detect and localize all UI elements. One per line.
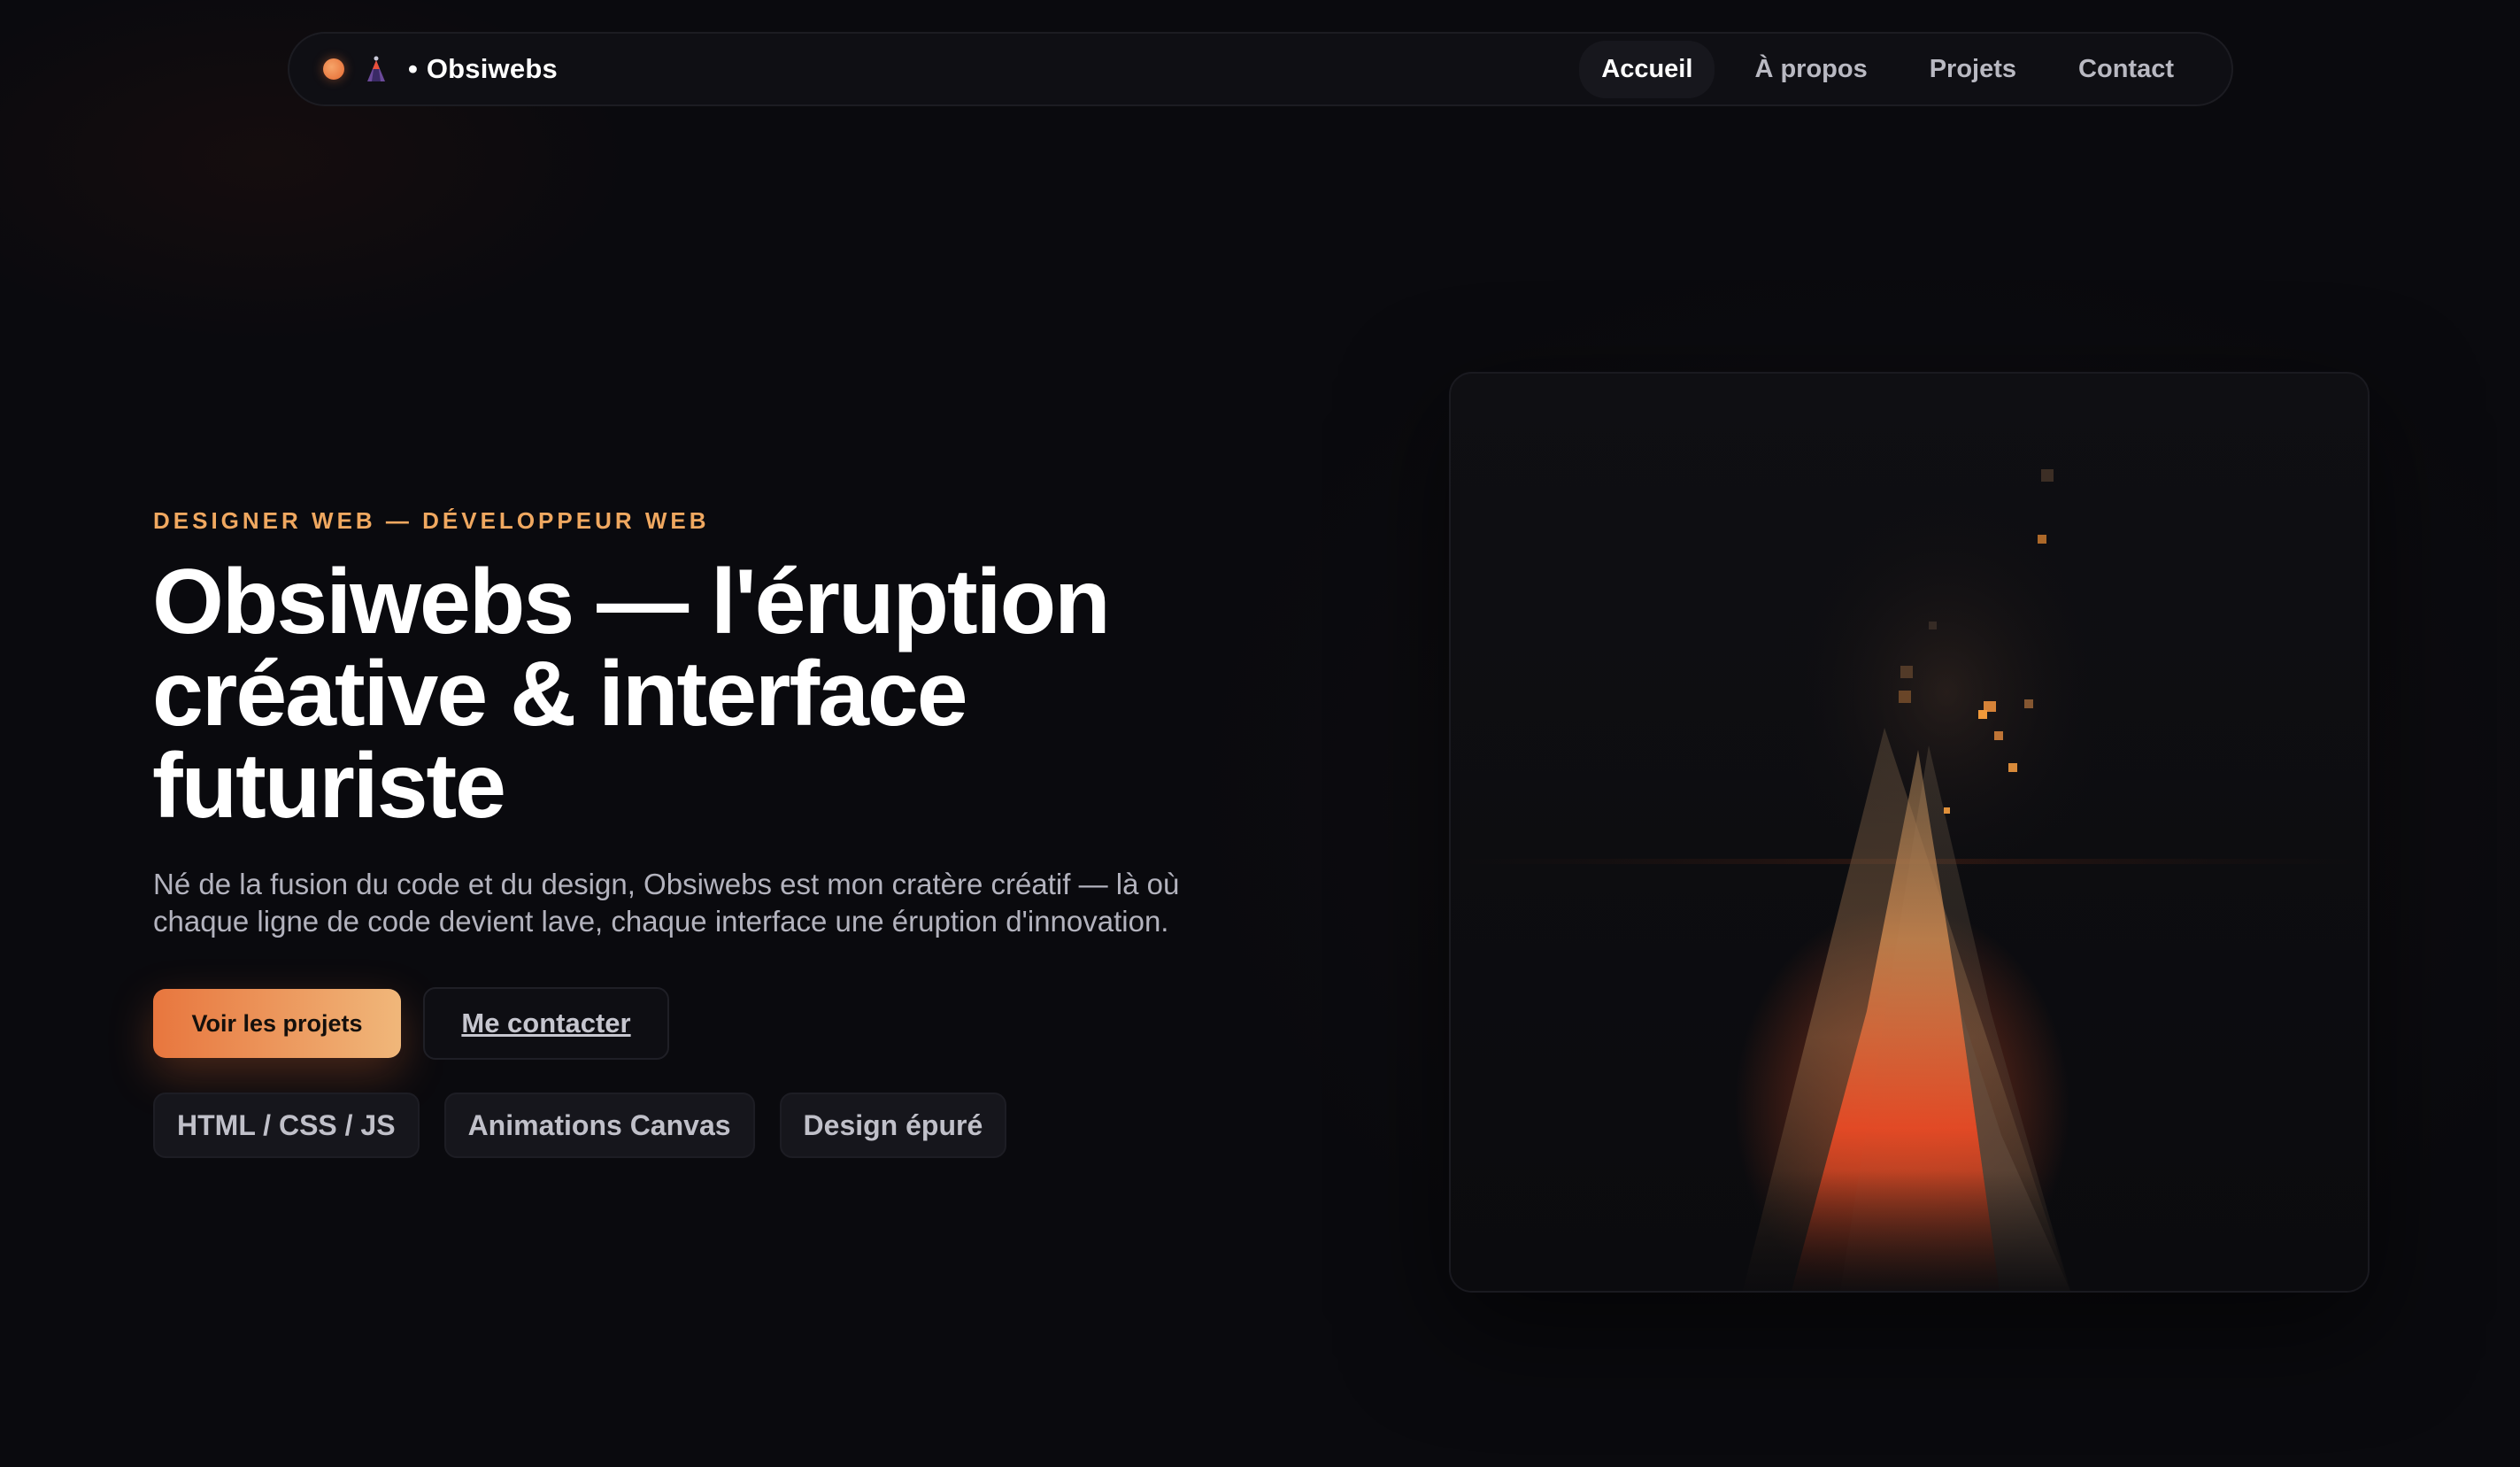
hero-eyebrow: DESIGNER WEB — DÉVELOPPEUR WEB bbox=[153, 507, 710, 534]
skill-tags: HTML / CSS / JS Animations Canvas Design… bbox=[153, 1093, 1007, 1158]
nav-link-contact[interactable]: Contact bbox=[2056, 41, 2196, 98]
tag-canvas-animations: Animations Canvas bbox=[443, 1093, 755, 1158]
top-navbar: • Obsiwebs Accueil À propos Projets Cont… bbox=[288, 32, 2233, 106]
hero-description-line-1: Né de la fusion du code et du design, Ob… bbox=[153, 868, 1180, 900]
nav-links: Accueil À propos Projets Contact bbox=[1579, 40, 2196, 98]
hero-description: Né de la fusion du code et du design, Ob… bbox=[153, 866, 1339, 940]
tag-clean-design: Design épuré bbox=[779, 1093, 1007, 1158]
hero-title-line-2: créative & interface bbox=[152, 643, 968, 745]
hero-title-line-1: Obsiwebs — l'éruption bbox=[152, 551, 1111, 653]
tag-html-css-js: HTML / CSS / JS bbox=[153, 1093, 420, 1158]
hero-title: Obsiwebs — l'éruption créative & interfa… bbox=[152, 556, 1347, 832]
brand-separator: • bbox=[408, 53, 418, 84]
hero-title-line-3: futuriste bbox=[152, 735, 506, 838]
page: • Obsiwebs Accueil À propos Projets Cont… bbox=[0, 0, 2520, 1467]
volcano-canvas-card bbox=[1449, 372, 2370, 1293]
volcano-icon bbox=[367, 56, 385, 81]
brand-name: Obsiwebs bbox=[426, 53, 558, 84]
hero-description-line-2: chaque ligne de code devient lave, chaqu… bbox=[153, 905, 1169, 938]
nav-link-a-propos[interactable]: À propos bbox=[1732, 41, 1889, 98]
view-projects-button[interactable]: Voir les projets bbox=[153, 989, 401, 1058]
contact-me-button[interactable]: Me contacter bbox=[423, 987, 669, 1060]
nav-link-projets[interactable]: Projets bbox=[1907, 41, 2038, 98]
volcano-illustration bbox=[1451, 469, 2368, 1291]
status-dot-icon bbox=[323, 58, 344, 80]
brand[interactable]: • Obsiwebs bbox=[323, 53, 558, 85]
nav-link-accueil[interactable]: Accueil bbox=[1579, 40, 1715, 98]
